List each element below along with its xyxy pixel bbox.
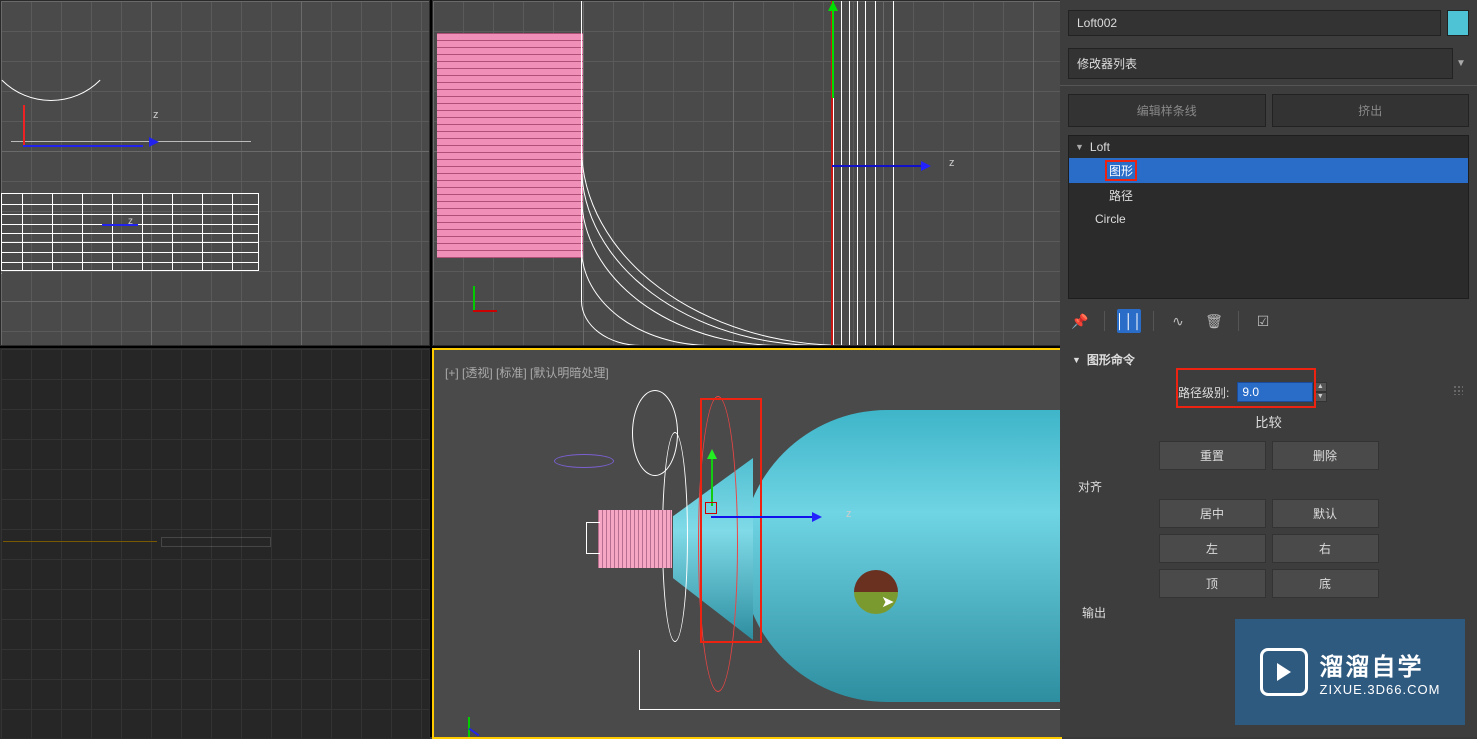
viewport-label[interactable]: [+] [透视] [标准] [默认明暗处理] <box>445 364 609 381</box>
spinner-up-icon[interactable]: ▲ <box>1313 382 1327 392</box>
spinner-down-icon[interactable]: ▼ <box>1313 392 1327 402</box>
gizmo-z-icon[interactable] <box>711 516 819 518</box>
axis-z-label: z <box>153 109 159 121</box>
watermark: 溜溜自学 ZIXUE.3D66.COM <box>1235 619 1465 725</box>
pin-icon[interactable]: 📌 <box>1068 309 1092 333</box>
collapse-icon[interactable]: ▼ <box>1075 142 1084 152</box>
axis-y-icon <box>23 105 25 145</box>
path-level-label: 路径级别: <box>1178 384 1229 401</box>
show-end-result-icon[interactable]: │││ <box>1117 309 1141 333</box>
viewport-left[interactable] <box>0 348 430 739</box>
wireframe-object: z <box>1 193 259 271</box>
shape-commands-rollout: ▼ 图形命令 路径级别: ▲ ▼ 比较 <box>1068 345 1469 631</box>
viewport-area: z z <box>0 0 1060 737</box>
reset-button[interactable]: 重置 <box>1159 441 1266 470</box>
path-level-spinner[interactable]: ▲ ▼ <box>1237 382 1327 402</box>
wire-shape <box>161 537 271 547</box>
cursor-icon: ➤ <box>881 592 894 612</box>
collapse-icon[interactable]: ▼ <box>1072 355 1081 365</box>
make-unique-icon[interactable]: ∿ <box>1166 309 1190 333</box>
highlight-annotation <box>700 398 762 643</box>
axis-z-label: z <box>846 508 852 520</box>
align-bottom-button[interactable]: 底 <box>1272 569 1379 598</box>
compare-button[interactable]: 比较 <box>1209 408 1329 435</box>
watermark-url: ZIXUE.3D66.COM <box>1320 682 1441 697</box>
ground-wire <box>639 650 1062 710</box>
axis-line <box>11 141 251 142</box>
stack-item-loft[interactable]: ▼ Loft <box>1069 136 1468 158</box>
extrude-button[interactable]: 挤出 <box>1272 94 1470 127</box>
align-default-button[interactable]: 默认 <box>1272 499 1379 528</box>
axis-gizmo <box>23 105 25 145</box>
gizmo-y-icon[interactable] <box>711 452 713 506</box>
configure-sets-icon[interactable]: ☑ <box>1251 309 1275 333</box>
selected-mesh <box>437 33 583 258</box>
cap-tip <box>586 522 600 554</box>
highlight-annotation: 图形 <box>1109 162 1133 179</box>
edit-spline-button[interactable]: 编辑样条线 <box>1068 94 1266 127</box>
corner-gizmo <box>473 286 475 310</box>
rollout-header[interactable]: ▼ 图形命令 <box>1068 345 1469 374</box>
watermark-title: 溜溜自学 <box>1320 647 1441 682</box>
axis-z-icon <box>23 145 143 147</box>
path-level-input[interactable] <box>1237 382 1313 402</box>
modifier-list-dropdown[interactable]: 修改器列表 <box>1068 48 1453 79</box>
command-panel: Loft002 修改器列表 ▼ 编辑样条线 挤出 ▼ Loft 图形 路径 Ci… <box>1060 0 1477 737</box>
dropdown-arrow-icon[interactable]: ▼ <box>1453 58 1469 69</box>
align-center-button[interactable]: 居中 <box>1159 499 1266 528</box>
stack-item-shape[interactable]: 图形 <box>1069 158 1468 183</box>
align-left-button[interactable]: 左 <box>1159 534 1266 563</box>
viewport-front[interactable]: z <box>432 0 1062 346</box>
cap-mesh <box>598 510 672 568</box>
delete-button[interactable]: 删除 <box>1272 441 1379 470</box>
stack-item-circle[interactable]: Circle <box>1069 208 1468 230</box>
stack-toolbar: 📌 │││ ∿ 🗑 ☑ <box>1060 299 1477 343</box>
align-right-button[interactable]: 右 <box>1272 534 1379 563</box>
small-ellipse <box>554 454 614 468</box>
modifier-stack[interactable]: ▼ Loft 图形 路径 Circle <box>1068 135 1469 299</box>
play-logo-icon <box>1260 648 1308 696</box>
remove-modifier-icon[interactable]: 🗑 <box>1202 309 1226 333</box>
viewport-top[interactable]: z z <box>0 0 430 346</box>
viewport-perspective[interactable]: [+] [透视] [标准] [默认明暗处理] z ➤ <box>432 348 1062 739</box>
axis-z-label: z <box>949 157 955 169</box>
align-top-button[interactable]: 顶 <box>1159 569 1266 598</box>
path-line <box>3 541 157 542</box>
axis-green <box>832 1 834 98</box>
gizmo-plane-icon[interactable] <box>705 502 717 514</box>
object-name-field[interactable]: Loft002 <box>1068 10 1441 36</box>
stack-item-path[interactable]: 路径 <box>1069 183 1468 208</box>
axis-blue <box>832 165 928 167</box>
object-color-swatch[interactable] <box>1447 10 1469 36</box>
align-label: 对齐 <box>1078 478 1459 495</box>
